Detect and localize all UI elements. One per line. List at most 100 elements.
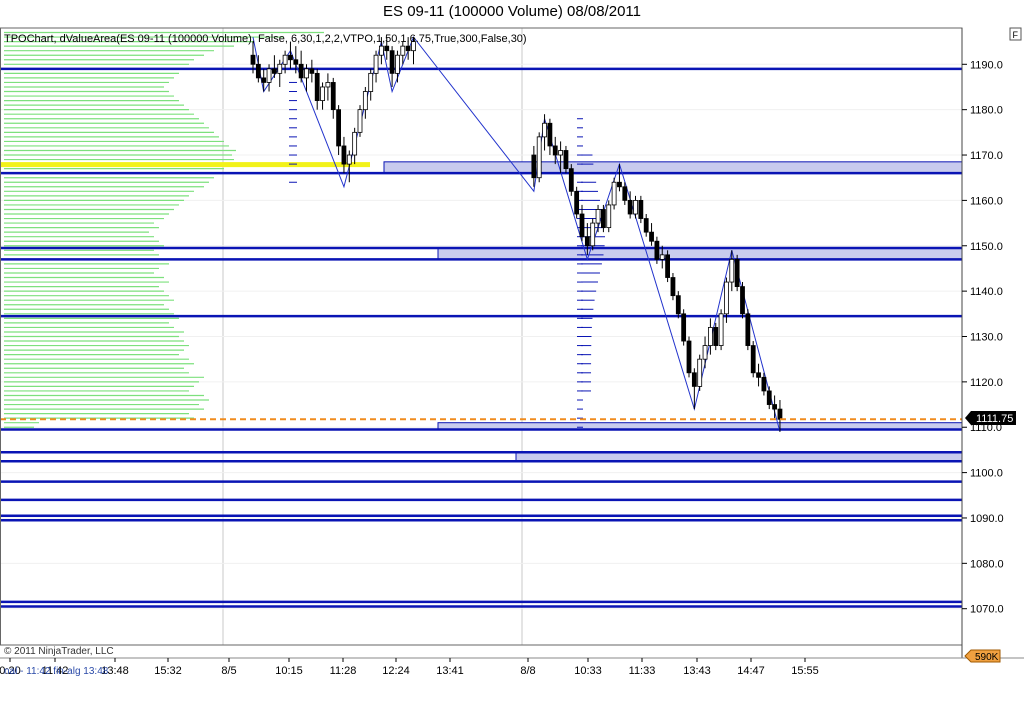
candle-body[interactable] — [606, 204, 612, 229]
candle-body[interactable] — [298, 63, 304, 79]
x-tick-label: 11:28 — [330, 665, 357, 677]
candle-body[interactable] — [336, 109, 342, 147]
panel-f-button-label: F — [1013, 30, 1019, 40]
candle-body[interactable] — [568, 168, 574, 192]
candle-body[interactable] — [309, 68, 315, 74]
candle-body[interactable] — [638, 199, 644, 219]
candle-body[interactable] — [330, 82, 336, 111]
candle-body[interactable] — [320, 86, 325, 101]
x-tick-label: 10:33 — [574, 665, 602, 677]
candle-body[interactable] — [681, 313, 687, 342]
candle-body[interactable] — [654, 240, 660, 260]
candle-body[interactable] — [378, 45, 384, 56]
candle-body[interactable] — [772, 404, 777, 410]
candle-body[interactable] — [595, 209, 601, 224]
candle-body[interactable] — [729, 258, 735, 283]
candle-body[interactable] — [293, 59, 299, 65]
candle-body[interactable] — [627, 199, 633, 215]
chart-canvas[interactable]: 1070.01080.01090.01100.01110.01120.01130… — [0, 0, 1024, 703]
candle-body[interactable] — [579, 213, 585, 238]
candle-body[interactable] — [341, 145, 347, 165]
bottom-status-text: nal - 11:42 fin-alg 13:48 — [4, 666, 109, 677]
candle-body[interactable] — [574, 190, 580, 215]
candlesticks[interactable] — [250, 37, 783, 432]
candle-body[interactable] — [357, 109, 363, 133]
candle-body[interactable] — [665, 254, 670, 278]
candle-body[interactable] — [531, 154, 537, 179]
y-tick-label: 1100.0 — [970, 468, 1003, 480]
candle-body[interactable] — [304, 68, 309, 79]
x-tick-label: 13:41 — [436, 665, 464, 677]
last-price-value: 1111.75 — [976, 413, 1013, 425]
candle-body[interactable] — [266, 68, 272, 83]
candle-body[interactable] — [395, 54, 400, 74]
candle-body[interactable] — [405, 45, 411, 52]
candle-body[interactable] — [547, 122, 553, 147]
y-tick-label: 1190.0 — [970, 59, 1003, 71]
candle-body[interactable] — [649, 231, 654, 242]
candle-body[interactable] — [675, 295, 681, 315]
candle-body[interactable] — [708, 327, 713, 346]
candle-body[interactable] — [271, 68, 277, 74]
candle-body[interactable] — [740, 286, 745, 315]
candle-body[interactable] — [745, 313, 751, 346]
candle-body[interactable] — [702, 345, 708, 360]
candle-body[interactable] — [282, 54, 288, 65]
candle-body[interactable] — [373, 54, 379, 74]
candle-body[interactable] — [777, 408, 783, 420]
candle-body[interactable] — [558, 150, 563, 156]
x-axis: 0:20 11:42 13:48 15:32 8/5 10:15 11:28 12:24 13:… — [0, 658, 819, 677]
candle-body[interactable] — [542, 122, 547, 138]
candle-body[interactable] — [362, 91, 368, 111]
volume-value: 590K — [975, 652, 999, 663]
candle-body[interactable] — [633, 199, 638, 215]
candle-body[interactable] — [617, 181, 622, 188]
value-area-zone — [437, 247, 963, 260]
candle-body[interactable] — [713, 327, 719, 346]
candle-body[interactable] — [288, 54, 293, 61]
candle-body[interactable] — [766, 390, 772, 405]
candle-body[interactable] — [734, 258, 740, 287]
candle-body[interactable] — [590, 222, 596, 247]
candle-body[interactable] — [750, 345, 756, 374]
candle-body[interactable] — [643, 218, 649, 233]
candle-body[interactable] — [691, 372, 697, 387]
candle-body[interactable] — [756, 372, 761, 378]
poc-highlight — [0, 162, 370, 168]
candle-body[interactable] — [611, 181, 617, 206]
x-tick-label: 8/5 — [221, 665, 236, 677]
candle-body[interactable] — [250, 54, 256, 65]
candle-body[interactable] — [563, 150, 569, 170]
candle-body[interactable] — [389, 50, 395, 74]
candle-body[interactable] — [325, 82, 331, 88]
candle-body[interactable] — [584, 236, 590, 247]
candle-body[interactable] — [400, 45, 406, 56]
x-tick-label: 8/8 — [520, 665, 535, 677]
panel-f-button[interactable]: F — [1009, 27, 1022, 41]
candle-body[interactable] — [346, 154, 352, 165]
candle-body[interactable] — [352, 131, 358, 156]
candle-body[interactable] — [670, 277, 676, 297]
candle-body[interactable] — [552, 145, 558, 156]
candle-body[interactable] — [718, 313, 724, 346]
value-area-zones — [383, 161, 963, 462]
candle-body[interactable] — [697, 358, 703, 387]
x-tick-label: 12:24 — [382, 665, 410, 677]
candle-body[interactable] — [686, 340, 692, 374]
candle-body[interactable] — [384, 45, 390, 52]
candle-body[interactable] — [314, 72, 320, 101]
candle-body[interactable] — [536, 136, 542, 179]
candle-body[interactable] — [277, 63, 283, 74]
candle-body[interactable] — [622, 186, 628, 201]
candle-body[interactable] — [368, 72, 374, 92]
y-axis: 1070.01080.01090.01100.01110.01120.01130… — [962, 59, 1004, 616]
candle-body[interactable] — [261, 77, 267, 83]
candle-body[interactable] — [255, 63, 261, 79]
value-area-zone — [383, 161, 963, 174]
candle-body[interactable] — [761, 376, 767, 392]
candle-body[interactable] — [724, 281, 729, 315]
candle-body[interactable] — [601, 209, 606, 229]
y-tick-label: 1140.0 — [970, 286, 1003, 298]
candle-body[interactable] — [659, 254, 665, 260]
indicator-label: TPOChart, dValueArea(ES 09-11 (100000 Vo… — [4, 33, 527, 45]
